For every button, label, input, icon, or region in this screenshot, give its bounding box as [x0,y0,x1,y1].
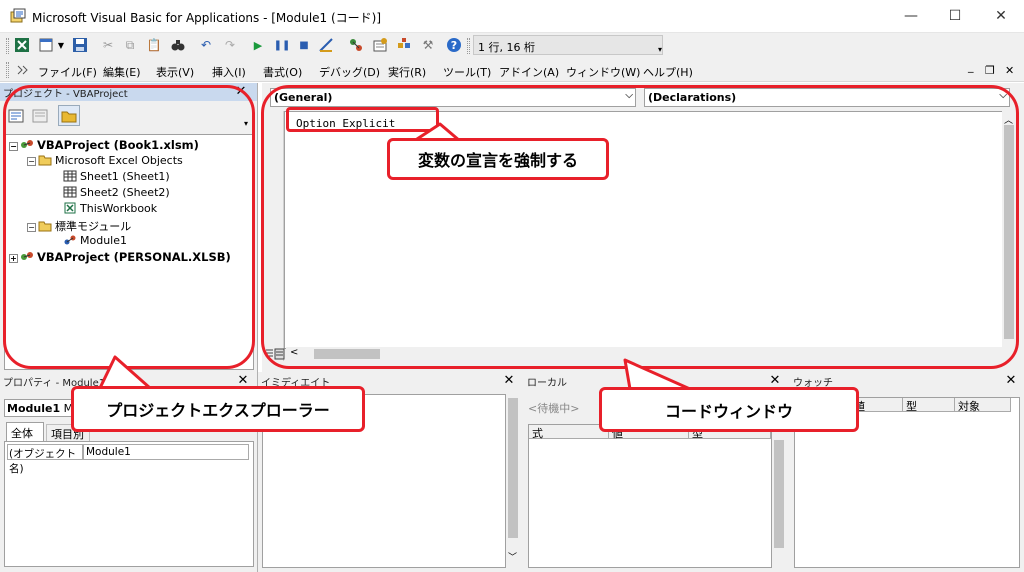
menu-item-format[interactable]: 書式(O) [263,64,302,80]
code-note-callout: 変数の宣言を強制する [387,138,609,180]
cursor-position-readout: 1 行, 16 桁 [473,35,663,55]
tab-alphabetic[interactable]: 全体 [6,422,44,442]
scroll-thumb[interactable] [508,398,518,538]
object-browser-icon[interactable] [396,37,412,53]
menu-item-file[interactable]: ファイル(F) [38,64,97,80]
watch-close-icon[interactable]: ✕ [1004,374,1018,389]
menu-bar: ファイル(F) 編集(E) 表示(V) 挿入(I) 書式(O) デバッグ(D) … [0,58,1024,82]
help-icon[interactable]: ? [446,37,462,53]
title-bar: Microsoft Visual Basic for Applications … [0,0,1024,33]
design-mode-icon[interactable] [318,37,334,53]
pause-icon[interactable]: ❚❚ [274,37,291,53]
window-title: Microsoft Visual Basic for Applications … [32,11,382,25]
stop-icon[interactable]: ■ [296,37,312,53]
minimize-button[interactable]: — [888,0,934,32]
insert-userform-icon[interactable] [38,37,54,53]
maximize-button[interactable]: ☐ [932,0,978,32]
watch-col-type[interactable]: 型 [903,398,955,413]
properties-window-icon[interactable] [372,37,388,53]
menu-item-insert[interactable]: 挿入(I) [212,64,246,80]
close-button[interactable]: ✕ [978,0,1024,32]
locals-grid: 式 値 型 [528,424,772,568]
object-selector-name: Module1 [7,402,61,415]
menu-item-run[interactable]: 実行(R) [388,64,426,80]
mdi-restore-button[interactable]: ❐ [985,64,995,77]
menu-item-view[interactable]: 表示(V) [156,64,194,80]
property-name-cell[interactable]: (オブジェクト名) [7,444,83,475]
vba-app-icon [10,8,26,23]
toolbar-options-icon[interactable]: ▾ [656,41,664,57]
menu-item-window[interactable]: ウィンドウ(W) [566,64,640,80]
property-value-cell[interactable]: Module1 [83,444,249,460]
run-icon[interactable]: ▶ [250,37,266,53]
option-explicit-highlight [286,107,439,132]
undo-icon[interactable]: ↶ [198,37,214,53]
locals-scrollbar[interactable] [772,424,786,568]
menu-item-debug[interactable]: デバッグ(D) [319,64,380,80]
excel-icon[interactable] [14,37,30,53]
toolbar-separator [467,38,470,54]
menu-item-edit-chevron-icon [16,64,30,79]
toolbox-icon[interactable]: ⚒ [420,37,436,53]
mdi-close-button[interactable]: ✕ [1005,64,1014,77]
project-explorer-callout: プロジェクトエクスプローラー [71,386,365,432]
copy-icon[interactable]: ⧉ [122,37,138,53]
menu-item-help[interactable]: ヘルプ(H) [643,64,693,80]
toolbar-grip[interactable] [6,38,9,54]
menu-item-edit[interactable]: 編集(E) [103,64,141,80]
redo-icon[interactable]: ↷ [222,37,238,53]
properties-grid: (オブジェクト名) Module1 [4,441,254,567]
scroll-down-icon[interactable]: ﹀ [508,550,517,563]
menu-item-tools[interactable]: ツール(T) [443,64,491,80]
svg-text:?: ? [451,39,457,52]
save-icon[interactable] [72,37,88,53]
paste-icon[interactable]: 📋 [146,37,162,53]
menu-grip[interactable] [6,62,9,78]
standard-toolbar: ▼ ✂ ⧉ 📋 ↶ ↷ ▶ ❚❚ ■ ⚒ ? 1 行, 16 桁 ▾ [0,33,1024,58]
cut-icon[interactable]: ✂ [100,37,116,53]
scroll-thumb[interactable] [774,440,784,548]
project-explorer-highlight [3,85,255,369]
locals-col-expression[interactable]: 式 [529,425,609,440]
find-icon[interactable] [170,37,186,53]
immediate-scrollbar[interactable]: ﹀ [506,394,520,568]
menu-item-addins[interactable]: アドイン(A) [499,64,559,80]
immediate-close-icon[interactable]: ✕ [502,374,516,389]
watch-col-context[interactable]: 対象 [955,398,1011,413]
code-window-callout: コードウィンドウ [599,387,859,432]
chevron-down-icon[interactable]: ▼ [56,37,66,53]
mdi-minimize-button[interactable]: _ [968,60,974,73]
project-explorer-icon[interactable] [348,37,364,53]
